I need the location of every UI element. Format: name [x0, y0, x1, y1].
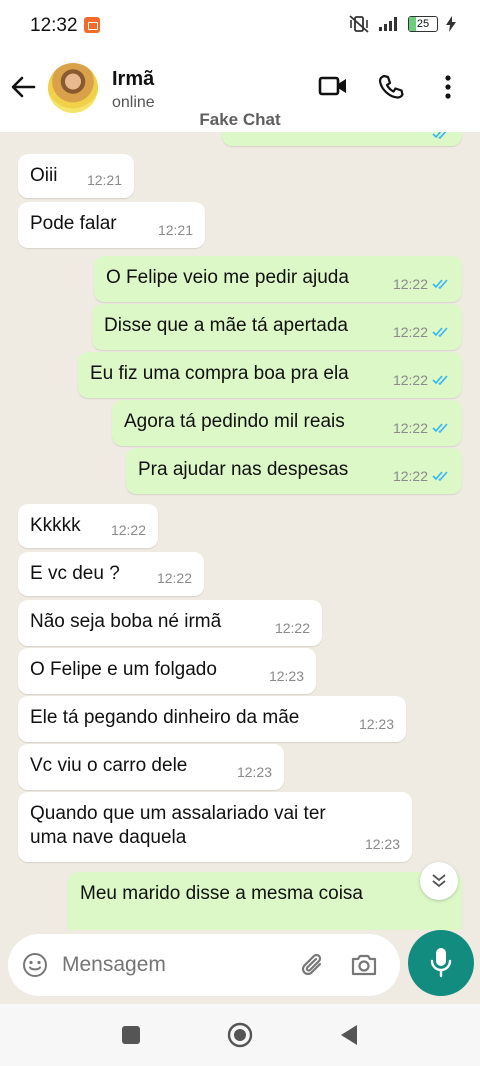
message-bubble-incoming[interactable]: Vc viu o carro dele 12:23 [18, 744, 284, 790]
chat-messages: Oiii 12:21 Pode falar 12:21 O Felipe vei… [0, 132, 480, 930]
read-ticks-icon [432, 471, 448, 482]
message-bubble-incoming[interactable]: Oiii 12:21 [18, 154, 134, 198]
charging-icon [446, 16, 456, 32]
message-bubble-outgoing-partial[interactable] [222, 132, 462, 146]
message-bubble-incoming[interactable]: Kkkkk 12:22 [18, 504, 158, 548]
message-meta: 12:22 [393, 320, 450, 344]
message-bubble-outgoing[interactable]: Agora tá pedindo mil reais 12:22 [112, 400, 462, 446]
message-text: Kkkkk [30, 515, 81, 536]
message-time: 12:23 [358, 716, 394, 732]
vibrate-off-icon [349, 15, 369, 33]
message-time: 12:22 [392, 324, 428, 340]
message-time: 12:22 [110, 522, 146, 538]
message-time: 12:22 [392, 372, 428, 388]
message-time: 12:22 [392, 276, 428, 292]
message-composer [0, 930, 480, 1004]
back-arrow-icon[interactable] [10, 74, 36, 100]
message-input[interactable] [60, 952, 284, 978]
message-meta: 12:22 [393, 416, 450, 440]
recent-apps-icon[interactable] [121, 1025, 141, 1045]
contact-name[interactable]: Irmã [112, 68, 154, 91]
message-meta: 12:22 [393, 272, 450, 296]
read-ticks-icon [432, 327, 448, 338]
video-call-icon[interactable] [318, 74, 348, 98]
chat-header: Irmã online Fake Chat [0, 52, 480, 132]
battery-icon: 25 [408, 16, 438, 32]
message-time: 12:21 [86, 172, 122, 188]
screen-record-icon [84, 17, 100, 33]
message-time: 12:23 [364, 836, 400, 852]
contact-avatar[interactable] [46, 61, 100, 115]
message-text: Pra ajudar nas despesas [138, 459, 349, 480]
message-time: 12:23 [236, 764, 272, 780]
message-text: Não seja boba né irmã [30, 611, 222, 632]
message-input-container [8, 934, 400, 996]
attachment-icon[interactable] [300, 952, 326, 980]
message-text: Ele tá pegando dinheiro da mãe [30, 707, 300, 728]
voice-call-icon[interactable] [378, 74, 404, 100]
message-bubble-outgoing[interactable]: Eu fiz uma compra boa pra ela 12:22 [78, 352, 462, 398]
message-bubble-incoming[interactable]: Não seja boba né irmã 12:22 [18, 600, 322, 646]
message-text: Meu marido disse a mesma coisa [80, 883, 363, 904]
message-bubble-outgoing[interactable]: Pra ajudar nas despesas 12:22 [126, 448, 462, 494]
message-text-line-2: uma nave daquela [30, 827, 187, 848]
home-icon[interactable] [227, 1022, 253, 1048]
emoji-icon[interactable] [22, 952, 48, 978]
read-ticks-icon [432, 132, 447, 140]
voice-message-button[interactable] [408, 930, 474, 996]
read-ticks-icon [432, 423, 448, 434]
message-time: 12:22 [156, 570, 192, 586]
message-bubble-incoming[interactable]: E vc deu ? 12:22 [18, 552, 204, 596]
more-options-icon[interactable] [444, 74, 452, 100]
microphone-icon [430, 948, 452, 978]
message-text: Disse que a mãe tá apertada [104, 315, 348, 336]
message-text: O Felipe veio me pedir ajuda [106, 267, 349, 288]
message-bubble-outgoing[interactable]: Meu marido disse a mesma coisa [68, 872, 462, 930]
message-time: 12:23 [268, 668, 304, 684]
scroll-to-bottom-button[interactable] [420, 862, 458, 900]
fake-chat-watermark: Fake Chat [199, 110, 281, 129]
message-text: Vc viu o carro dele [30, 755, 188, 776]
chevron-double-down-icon [432, 874, 446, 888]
message-text-line-1: Quando que um assalariado vai ter [30, 803, 326, 824]
message-time: 12:22 [274, 620, 310, 636]
read-ticks-icon [432, 279, 448, 290]
camera-icon[interactable] [350, 952, 378, 978]
status-bar: 12:32 25 [0, 0, 480, 52]
read-ticks-icon [432, 375, 448, 386]
message-text: Oiii [30, 165, 58, 186]
signal-icon [379, 17, 397, 31]
message-text: E vc deu ? [30, 563, 120, 584]
message-time: 12:21 [157, 222, 193, 238]
message-meta: 12:22 [393, 368, 450, 392]
back-nav-icon[interactable] [339, 1023, 359, 1047]
message-time: 12:22 [392, 468, 428, 484]
system-navigation-bar [0, 1004, 480, 1066]
status-icons: 25 [348, 14, 456, 34]
message-time: 12:22 [392, 420, 428, 436]
message-bubble-outgoing[interactable]: O Felipe veio me pedir ajuda 12:22 [94, 256, 462, 302]
message-meta [432, 132, 450, 140]
status-time: 12:32 [30, 15, 78, 36]
message-text: Pode falar [30, 213, 117, 234]
message-bubble-incoming[interactable]: Quando que um assalariado vai ter uma na… [18, 792, 412, 862]
message-bubble-incoming[interactable]: Ele tá pegando dinheiro da mãe 12:23 [18, 696, 406, 742]
battery-level: 25 [416, 18, 430, 30]
message-bubble-incoming[interactable]: O Felipe e um folgado 12:23 [18, 648, 316, 694]
message-text: Eu fiz uma compra boa pra ela [90, 363, 349, 384]
message-bubble-incoming[interactable]: Pode falar 12:21 [18, 202, 205, 248]
message-text: Agora tá pedindo mil reais [124, 411, 345, 432]
message-bubble-outgoing[interactable]: Disse que a mãe tá apertada 12:22 [92, 304, 462, 350]
message-text: O Felipe e um folgado [30, 659, 217, 680]
message-meta: 12:22 [393, 464, 450, 488]
